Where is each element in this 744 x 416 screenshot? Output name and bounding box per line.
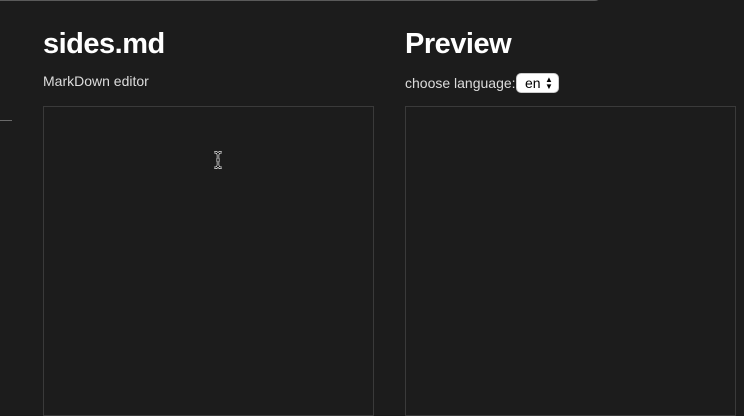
preview-pane xyxy=(405,106,736,416)
language-select[interactable]: en xyxy=(516,73,559,93)
language-label: choose language: xyxy=(405,75,516,91)
editor-title: sides.md xyxy=(43,28,165,60)
divider xyxy=(0,120,12,121)
text-cursor-icon xyxy=(213,151,223,169)
top-panel-border xyxy=(0,0,601,1)
editor-subtitle: MarkDown editor xyxy=(43,73,149,89)
preview-title: Preview xyxy=(405,28,512,60)
markdown-editor-textarea[interactable] xyxy=(43,106,374,416)
